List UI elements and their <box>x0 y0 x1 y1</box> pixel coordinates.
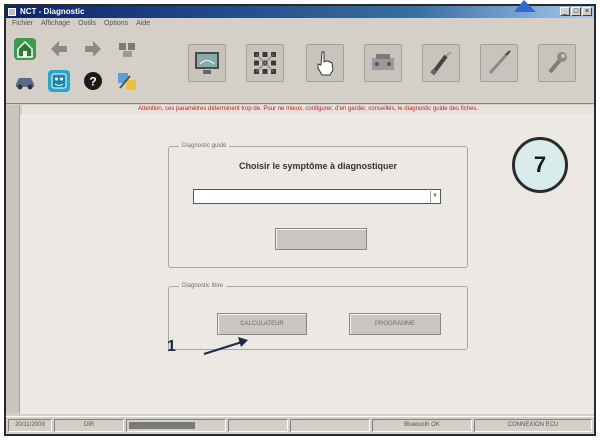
wrench-icon[interactable] <box>538 44 576 82</box>
guided-diagnostic-legend: Diagnostic guidé <box>179 141 230 151</box>
screwdriver-icon[interactable] <box>422 44 460 82</box>
menu-bar: Fichier Affichage Outils Options Aide <box>6 18 594 30</box>
program-button[interactable]: PROGRAMME <box>349 313 441 335</box>
maximize-button[interactable]: □ <box>571 7 581 16</box>
symptom-prompt: Choisir le symptôme à diagnostiquer <box>238 161 398 171</box>
menu-item-file[interactable]: Fichier <box>12 18 33 30</box>
callout-number: 1 <box>167 338 176 355</box>
minimize-button[interactable]: _ <box>560 7 570 16</box>
callout-arrow-icon <box>203 337 248 355</box>
status-connection: CONNEXION ECU <box>474 419 592 432</box>
probe-icon[interactable] <box>480 44 518 82</box>
title-bar: NCT - Diagnostic _ □ × <box>6 6 594 18</box>
stop-icon[interactable] <box>116 38 138 60</box>
face-icon[interactable] <box>48 70 70 92</box>
home-icon[interactable] <box>14 38 36 60</box>
svg-text:?: ? <box>89 75 96 89</box>
menu-item-options[interactable]: Options <box>104 18 128 30</box>
app-icon <box>8 8 16 16</box>
hand-pointer-icon[interactable] <box>306 44 344 82</box>
status-cell-4 <box>228 419 288 432</box>
app-window: NCT - Diagnostic _ □ × Fichier Affichage… <box>4 4 596 436</box>
symptom-select[interactable]: ▼ <box>193 189 441 204</box>
close-button[interactable]: × <box>582 7 592 16</box>
status-mode: DIR <box>54 419 124 432</box>
tools-icon[interactable] <box>116 70 138 92</box>
window-title: NCT - Diagnostic <box>20 7 85 16</box>
menu-item-help[interactable]: Aide <box>136 18 150 30</box>
main-panel: Diagnostic guidé Choisir le symptôme à d… <box>20 114 594 414</box>
guided-diagnostic-group: Diagnostic guidé Choisir le symptôme à d… <box>168 141 468 268</box>
window-controls: _ □ × <box>560 7 592 16</box>
monitor-icon[interactable] <box>188 44 226 82</box>
step-number-badge: 7 <box>512 137 568 193</box>
status-date: 20/11/2009 <box>8 419 52 432</box>
help-icon[interactable]: ? <box>82 70 104 92</box>
network-icon[interactable] <box>246 44 284 82</box>
menu-item-view[interactable]: Affichage <box>41 18 70 30</box>
status-bluetooth: Bluetooth OK <box>372 419 472 432</box>
warning-message: Attention, ces paramètres déterminent tr… <box>22 105 594 114</box>
toolbar: ? <box>6 30 594 104</box>
left-strip <box>6 105 20 413</box>
forward-arrow-icon[interactable] <box>82 38 104 60</box>
navigation-icons: ? <box>12 34 162 98</box>
cursor-mark-icon <box>514 0 536 12</box>
menu-item-tools[interactable]: Outils <box>78 18 96 30</box>
back-arrow-icon[interactable] <box>48 38 70 60</box>
chevron-down-icon[interactable]: ▼ <box>430 191 439 202</box>
direct-diagnostic-legend: Diagnostic libre <box>179 281 227 291</box>
status-bar: 20/11/2009 DIR Bluetooth OK CONNEXION EC… <box>6 416 594 434</box>
status-progress <box>126 419 226 432</box>
validate-button[interactable] <box>275 228 367 250</box>
calculator-button[interactable]: CALCULATEUR <box>217 313 307 335</box>
engine-icon[interactable] <box>364 44 402 82</box>
car-icon[interactable] <box>14 70 36 92</box>
status-cell-5 <box>290 419 370 432</box>
progress-fill <box>129 422 195 429</box>
